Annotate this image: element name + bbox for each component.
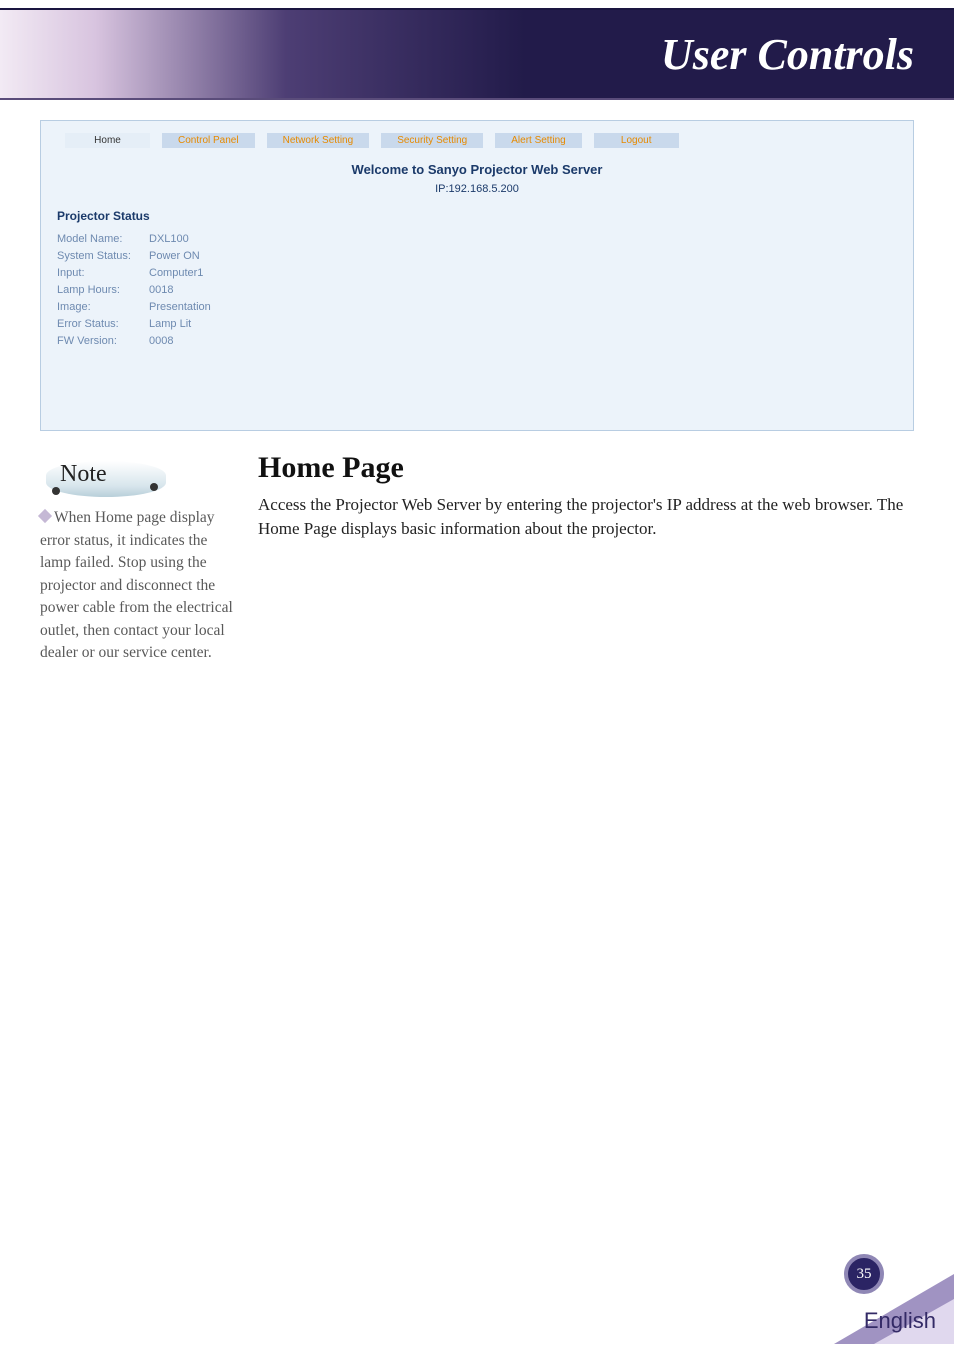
diamond-icon <box>38 509 52 523</box>
status-row: Image:Presentation <box>57 299 897 316</box>
status-row: System Status:Power ON <box>57 248 897 265</box>
projector-status-heading: Projector Status <box>57 209 897 223</box>
status-row: Error Status:Lamp Lit <box>57 316 897 333</box>
status-row: FW Version:0008 <box>57 333 897 350</box>
web-server-screenshot: Home Control Panel Network Setting Secur… <box>40 120 914 431</box>
tab-logout[interactable]: Logout <box>594 133 679 148</box>
nav-tabs: Home Control Panel Network Setting Secur… <box>65 133 897 148</box>
page-footer: 35 English <box>784 1254 954 1344</box>
section-title: User Controls <box>661 29 914 80</box>
note-heading: Note <box>60 461 107 487</box>
ip-address: IP:192.168.5.200 <box>57 183 897 195</box>
section-header: User Controls <box>0 8 954 100</box>
status-row: Model Name:DXL100 <box>57 231 897 248</box>
side-note: Note When Home page display error status… <box>40 451 240 664</box>
tab-network-setting[interactable]: Network Setting <box>267 133 370 148</box>
language-label: English <box>864 1308 936 1334</box>
status-row: Lamp Hours:0018 <box>57 282 897 299</box>
tab-control-panel[interactable]: Control Panel <box>162 133 255 148</box>
status-row: Input:Computer1 <box>57 265 897 282</box>
body-paragraph: Access the Projector Web Server by enter… <box>258 493 914 541</box>
note-graphic: Note <box>46 461 166 497</box>
note-body: When Home page display error status, it … <box>40 509 233 661</box>
tab-alert-setting[interactable]: Alert Setting <box>495 133 581 148</box>
status-grid: Model Name:DXL100 System Status:Power ON… <box>57 231 897 350</box>
pin-icon <box>52 487 60 495</box>
tab-home[interactable]: Home <box>65 133 150 148</box>
pin-icon <box>150 483 158 491</box>
tab-security-setting[interactable]: Security Setting <box>381 133 483 148</box>
main-text: Home Page Access the Projector Web Serve… <box>258 451 914 664</box>
welcome-heading: Welcome to Sanyo Projector Web Server <box>57 162 897 177</box>
page-number-badge: 35 <box>844 1254 884 1294</box>
page-title: Home Page <box>258 451 914 485</box>
